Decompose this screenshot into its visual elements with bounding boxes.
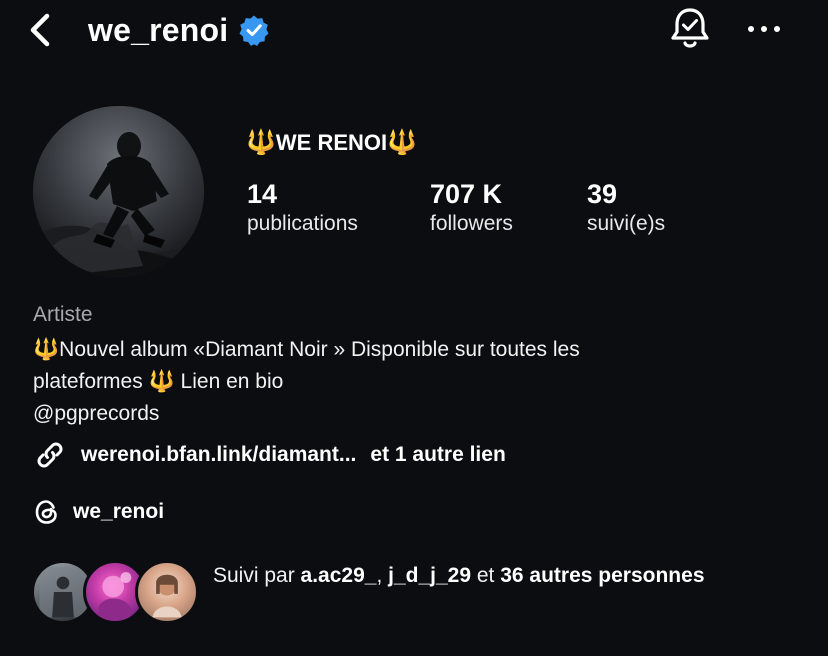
verified-badge-icon [239, 15, 269, 46]
followers-count: 707 K [430, 179, 503, 209]
back-button[interactable] [20, 10, 60, 50]
threads-badge[interactable]: we_renoi [33, 496, 164, 528]
followed-by-separator: , [376, 564, 389, 587]
external-links-row[interactable]: werenoi.bfan.link/diamant... et 1 autre … [33, 438, 506, 472]
mutual-others-count[interactable]: 36 autres personnes [500, 564, 704, 587]
publications-count: 14 [247, 179, 278, 209]
profile-page: we_renoi 🔱 WE RENOI 🔱 14 publications 70… [0, 0, 828, 656]
following-label: suivi(e)s [587, 212, 666, 235]
trident-emoji-right: 🔱 [387, 129, 418, 156]
profile-bio: 🔱Nouvel album «Diamant Noir » Disponible… [33, 334, 813, 430]
profile-photo [33, 106, 204, 277]
followers-label: followers [430, 212, 513, 235]
chevron-left-icon [30, 13, 50, 47]
display-name: 🔱 WE RENOI 🔱 [246, 128, 417, 157]
more-options-button[interactable] [744, 14, 784, 44]
stat-publications[interactable]: 14 publications [247, 178, 358, 236]
mutual-user-1[interactable]: a.ac29_ [301, 564, 377, 587]
bio-line-2-text-a: plateformes [33, 370, 149, 393]
followed-by-middle: et [471, 564, 501, 587]
publications-label: publications [247, 212, 358, 235]
more-links-label[interactable]: et 1 autre lien [370, 443, 505, 467]
mutual-followers-avatars[interactable] [31, 560, 201, 624]
bio-line-2-text-b: Lien en bio [174, 370, 284, 393]
mutual-avatar-3-photo [152, 574, 182, 618]
mutual-user-2[interactable]: j_d_j_29 [388, 564, 471, 587]
link-icon [37, 442, 63, 468]
following-count: 39 [587, 179, 618, 209]
header-username-wrap: we_renoi [88, 10, 270, 50]
bio-line-2: plateformes 🔱 Lien en bio [33, 366, 813, 398]
followed-by-text[interactable]: Suivi par a.ac29_, j_d_j_29 et 36 autres… [213, 560, 773, 592]
username: we_renoi [88, 11, 229, 48]
bio-mention-link[interactable]: @pgprecords [33, 398, 813, 430]
followed-by-prefix: Suivi par [213, 564, 301, 587]
bell-check-icon [671, 8, 709, 48]
trident-emoji: 🔱 [33, 338, 60, 361]
display-name-text: WE RENOI [275, 129, 388, 155]
trident-emoji-left: 🔱 [246, 129, 276, 156]
trident-emoji: 🔱 [148, 370, 175, 393]
mutual-avatar-3 [135, 560, 199, 624]
more-horizontal-icon [748, 26, 780, 32]
bio-line-1-text: Nouvel album «Diamant Noir » Disponible … [59, 338, 580, 361]
stat-following[interactable]: 39 suivi(e)s [587, 178, 665, 236]
stat-followers[interactable]: 707 K followers [430, 178, 513, 236]
external-link-url[interactable]: werenoi.bfan.link/diamant... [81, 443, 356, 467]
top-bar: we_renoi [0, 0, 828, 64]
notifications-button[interactable] [668, 6, 712, 52]
bio-line-1: 🔱Nouvel album «Diamant Noir » Disponible… [33, 334, 813, 366]
threads-handle: we_renoi [73, 500, 165, 523]
profile-category: Artiste [33, 303, 93, 326]
threads-icon [35, 500, 57, 524]
profile-avatar[interactable] [33, 106, 204, 277]
